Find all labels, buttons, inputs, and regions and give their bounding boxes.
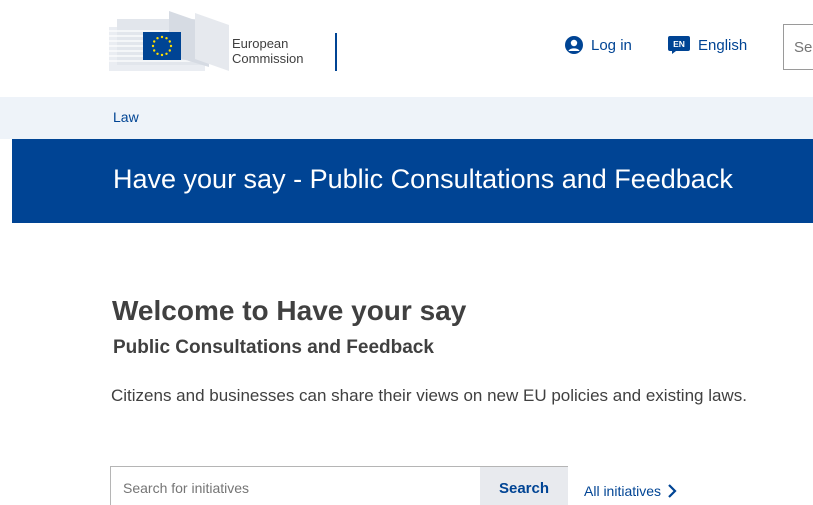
breadcrumb-item-law[interactable]: Law [113, 109, 139, 125]
welcome-subtitle: Public Consultations and Feedback [113, 337, 434, 358]
european-commission-logo[interactable]: European Commission [109, 11, 349, 71]
welcome-heading: Welcome to Have your say [112, 295, 467, 326]
header-search-input[interactable] [783, 24, 813, 70]
search-button[interactable]: Search [480, 467, 568, 505]
user-icon [565, 36, 583, 54]
logo-line-1: European [232, 36, 289, 51]
chevron-right-icon [668, 484, 677, 498]
language-selector[interactable]: EN English [668, 36, 747, 54]
logo-line-2: Commission [232, 51, 304, 66]
login-link[interactable]: Log in [565, 36, 632, 54]
eu-flag-icon [109, 11, 229, 71]
logo-divider [335, 33, 337, 71]
all-initiatives-label: All initiatives [584, 483, 662, 499]
intro-text: Citizens and businesses can share their … [111, 386, 747, 405]
language-icon: EN [668, 36, 690, 54]
language-code: EN [673, 39, 685, 49]
page-banner: Have your say - Public Consultations and… [12, 139, 813, 223]
login-label: Log in [591, 36, 632, 54]
breadcrumb: Law [0, 97, 813, 139]
logo-text: European Commission [232, 36, 304, 66]
initiative-search-form: Search [110, 466, 568, 505]
site-header: European Commission Log in EN English [0, 0, 813, 97]
language-label: English [698, 36, 748, 54]
initiative-search-input[interactable] [111, 467, 480, 505]
all-initiatives-link[interactable]: All initiatives [584, 483, 677, 499]
page-title: Have your say - Public Consultations and… [113, 164, 733, 194]
